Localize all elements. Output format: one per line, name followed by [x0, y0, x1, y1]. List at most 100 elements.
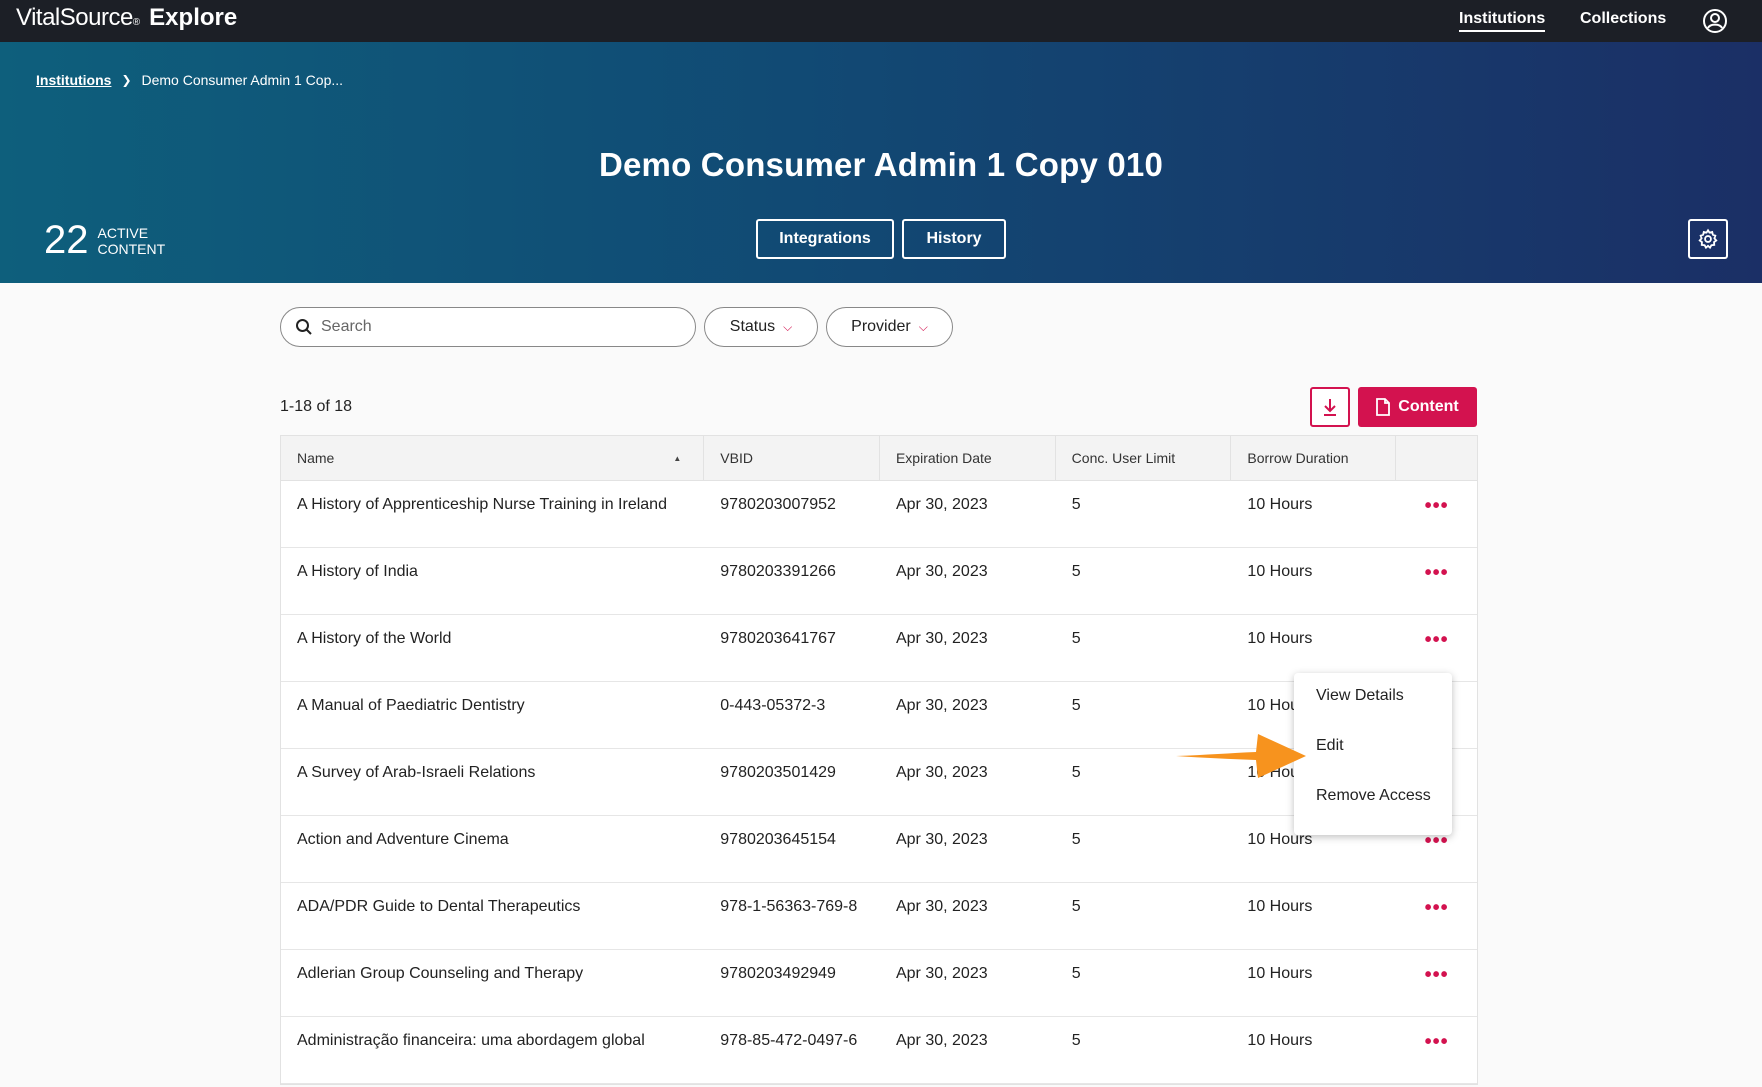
cell-vbid: 9780203645154	[720, 831, 836, 848]
table-row[interactable]: A History of the World 9780203641767 Apr 3…	[281, 615, 1477, 682]
top-navbar: VitalSource ® Explore Institutions Collect…	[0, 0, 1762, 42]
nav-collections[interactable]: Collections	[1580, 10, 1666, 28]
more-actions-icon[interactable]: •••	[1396, 481, 1477, 547]
column-header-label: Borrow Duration	[1247, 450, 1349, 466]
cell-user-limit: 5	[1071, 831, 1081, 848]
chevron-down-icon: ⌵	[918, 319, 928, 334]
brand-product: Explore	[149, 4, 238, 31]
active-content-label-line2: CONTENT	[97, 240, 166, 257]
more-actions-icon[interactable]: •••	[1396, 548, 1477, 614]
cell-vbid: 9780203492949	[720, 965, 836, 982]
search-input[interactable]	[321, 318, 681, 336]
results-count: 1-18 of 18	[280, 398, 353, 415]
cell-name: A History of India	[297, 563, 418, 580]
provider-filter-dropdown[interactable]: Provider ⌵	[826, 307, 953, 347]
cell-expiration-date: Apr 30, 2023	[895, 965, 988, 982]
column-header-label: Conc. User Limit	[1071, 450, 1176, 466]
cell-borrow-duration: 10 Hours	[1247, 1032, 1313, 1049]
cell-vbid: 9780203641767	[720, 630, 836, 647]
cell-user-limit: 5	[1071, 1032, 1081, 1049]
annotation-arrow-icon	[1176, 734, 1306, 778]
history-button[interactable]: History	[902, 219, 1006, 259]
cell-expiration-date: Apr 30, 2023	[895, 563, 988, 580]
table-row[interactable]: ADA/PDR Guide to Dental Therapeutics 978-…	[281, 883, 1477, 950]
user-account-icon[interactable]	[1702, 8, 1728, 34]
column-header-expiration-date[interactable]: Expiration Date	[880, 436, 1056, 480]
chevron-right-icon: ❯	[121, 73, 132, 87]
cell-user-limit: 5	[1071, 965, 1081, 982]
column-header-borrow-duration[interactable]: Borrow Duration	[1231, 436, 1397, 480]
cell-vbid: 9780203391266	[720, 563, 836, 580]
chevron-down-icon: ⌵	[783, 319, 793, 334]
breadcrumb: Institutions ❯ Demo Consumer Admin 1 Cop…	[36, 72, 343, 88]
cell-vbid: 9780203007952	[720, 496, 836, 513]
add-content-label: Content	[1398, 398, 1459, 415]
menu-item-edit[interactable]: Edit	[1294, 733, 1452, 783]
cell-name: Adlerian Group Counseling and Therapy	[297, 965, 584, 982]
more-actions-icon[interactable]: •••	[1396, 615, 1477, 681]
cell-name: A History of Apprenticeship Nurse Traini…	[297, 496, 667, 513]
table-header: Name ▲ VBID Expiration Date Conc. User L…	[281, 436, 1477, 481]
cell-name: A Survey of Arab-Israeli Relations	[297, 764, 536, 781]
cell-expiration-date: Apr 30, 2023	[895, 1032, 988, 1049]
cell-vbid: 978-85-472-0497-6	[720, 1032, 858, 1049]
settings-button[interactable]	[1688, 219, 1728, 259]
table-row[interactable]: A History of Apprenticeship Nurse Traini…	[281, 481, 1477, 548]
column-header-vbid[interactable]: VBID	[704, 436, 880, 480]
integrations-button[interactable]: Integrations	[756, 219, 894, 259]
table-row[interactable]: Administração financeira: uma abordagem …	[281, 1017, 1477, 1084]
column-header-actions	[1396, 436, 1477, 480]
search-icon	[296, 319, 312, 335]
cell-vbid: 978-1-56363-769-8	[720, 898, 858, 915]
cell-name: ADA/PDR Guide to Dental Therapeutics	[297, 898, 581, 915]
more-actions-icon[interactable]: •••	[1396, 950, 1477, 1016]
brand-name: VitalSource	[16, 4, 133, 31]
add-content-button[interactable]: Content	[1358, 387, 1477, 427]
more-actions-icon[interactable]: •••	[1396, 883, 1477, 949]
cell-name: Administração financeira: uma abordagem …	[297, 1032, 645, 1049]
row-actions-menu: View Details Edit Remove Access	[1294, 673, 1452, 835]
cell-user-limit: 5	[1071, 496, 1081, 513]
search-box	[280, 307, 696, 347]
more-actions-icon[interactable]: •••	[1396, 1017, 1477, 1083]
cell-borrow-duration: 10 Hours	[1247, 965, 1313, 982]
gear-icon	[1698, 228, 1718, 250]
status-filter-label: Status	[729, 318, 776, 335]
cell-expiration-date: Apr 30, 2023	[895, 496, 988, 513]
cell-borrow-duration: 10 Hours	[1247, 898, 1313, 915]
cell-vbid: 0-443-05372-3	[720, 697, 826, 714]
cell-expiration-date: Apr 30, 2023	[895, 764, 988, 781]
column-header-label: Name	[297, 450, 335, 466]
active-content-number: 22	[44, 218, 89, 262]
status-filter-dropdown[interactable]: Status ⌵	[704, 307, 818, 347]
active-content-count: 22 ACTIVE CONTENT	[44, 218, 165, 263]
vitalsource-logo[interactable]: VitalSource ® Explore	[16, 4, 237, 32]
cell-user-limit: 5	[1071, 898, 1081, 915]
active-content-label: ACTIVE CONTENT	[98, 225, 166, 257]
table-row[interactable]: A History of India 9780203391266 Apr 30, 2…	[281, 548, 1477, 615]
column-header-name[interactable]: Name ▲	[281, 436, 705, 480]
column-header-user-limit[interactable]: Conc. User Limit	[1056, 436, 1232, 480]
table-row[interactable]: Adlerian Group Counseling and Therapy 978…	[281, 950, 1477, 1017]
cell-expiration-date: Apr 30, 2023	[895, 898, 988, 915]
cell-borrow-duration: 10 Hours	[1247, 496, 1313, 513]
download-icon	[1324, 399, 1336, 416]
menu-item-view-details[interactable]: View Details	[1294, 683, 1452, 733]
nav-institutions[interactable]: Institutions	[1459, 10, 1546, 32]
brand-registered-mark: ®	[132, 17, 141, 28]
cell-expiration-date: Apr 30, 2023	[895, 831, 988, 848]
cell-borrow-duration: 10 Hours	[1247, 630, 1313, 647]
download-button[interactable]	[1310, 387, 1350, 427]
cell-name: Action and Adventure Cinema	[297, 831, 509, 848]
column-header-label: VBID	[720, 450, 753, 466]
sort-ascending-icon: ▲	[673, 453, 682, 463]
provider-filter-label: Provider	[851, 318, 911, 335]
menu-item-remove-access[interactable]: Remove Access	[1294, 783, 1452, 833]
cell-borrow-duration: 10 Hours	[1247, 563, 1313, 580]
page-title: Demo Consumer Admin 1 Copy 010	[598, 146, 1164, 183]
breadcrumb-institutions-link[interactable]: Institutions	[36, 72, 111, 88]
cell-name: A Manual of Paediatric Dentistry	[297, 697, 525, 714]
cell-user-limit: 5	[1071, 630, 1081, 647]
cell-expiration-date: Apr 30, 2023	[895, 697, 988, 714]
cell-user-limit: 5	[1071, 563, 1081, 580]
